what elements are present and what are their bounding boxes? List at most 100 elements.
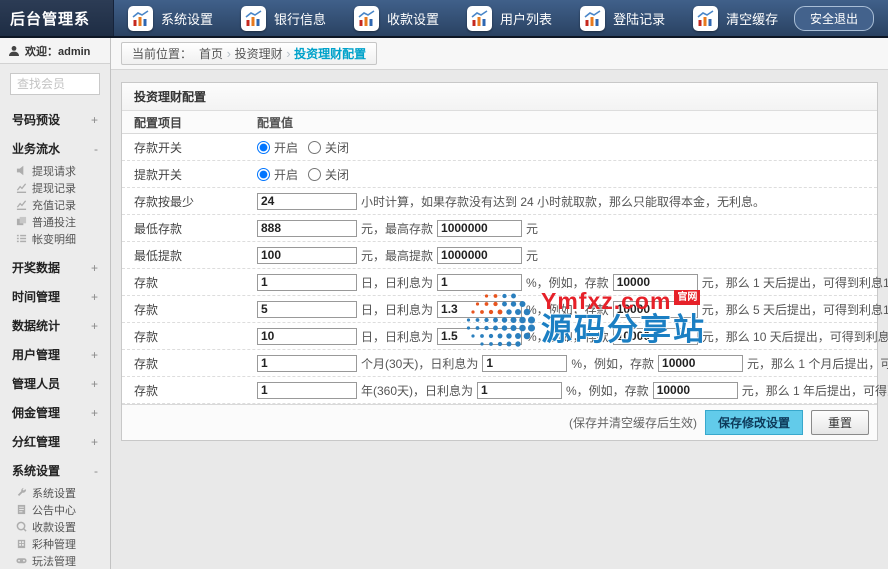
sidebar-group-4[interactable]: 数据统计+	[0, 311, 110, 340]
config-label: 最低提款	[122, 247, 257, 264]
config-description: 日，日利息为	[361, 274, 433, 291]
topnav-item-1[interactable]: 银行信息	[227, 0, 340, 36]
config-input[interactable]	[653, 382, 738, 399]
breadcrumb-item-0[interactable]: 首页	[199, 47, 223, 61]
collapse-icon: -	[94, 142, 98, 156]
username: admin	[58, 46, 90, 58]
sidebar-item-label: 充值记录	[32, 200, 76, 213]
sidebar-group-6[interactable]: 管理人员+	[0, 369, 110, 398]
config-input[interactable]	[477, 382, 562, 399]
user-icon	[8, 45, 20, 57]
config-description: 元，最高提款	[361, 247, 433, 264]
config-input[interactable]	[257, 328, 357, 345]
collapse-icon: -	[94, 464, 98, 478]
sidebar-group-1[interactable]: 业务流水-	[0, 134, 110, 163]
sidebar-group-2[interactable]: 开奖数据+	[0, 253, 110, 282]
sidebar-group-3[interactable]: 时间管理+	[0, 282, 110, 311]
breadcrumb-item-1[interactable]: 投资理财	[235, 47, 283, 61]
config-input[interactable]	[613, 328, 698, 345]
config-description: 元，那么 1 年后提出，可得到利息100*360=36000元。	[742, 382, 888, 399]
topnav-item-4[interactable]: 登陆记录	[566, 0, 679, 36]
config-input[interactable]	[437, 301, 522, 318]
breadcrumb-prefix: 当前位置：	[132, 45, 192, 62]
member-search-input[interactable]	[10, 73, 100, 95]
sidebar-item[interactable]: 系统设置	[0, 486, 110, 503]
topnav-item-2[interactable]: 收款设置	[340, 0, 453, 36]
radio-option-开启[interactable]: 开启	[257, 166, 298, 183]
sidebar-item[interactable]: 玩法管理	[0, 554, 110, 569]
radio-input[interactable]	[257, 168, 270, 181]
radio-option-关闭[interactable]: 关闭	[308, 139, 349, 156]
config-description: %，例如，存款	[571, 355, 654, 372]
config-input[interactable]	[257, 193, 357, 210]
sidebar-group-0[interactable]: 号码预设+	[0, 105, 110, 134]
reset-button[interactable]: 重置	[811, 410, 869, 435]
sidebar-item[interactable]: 提现请求	[0, 164, 110, 181]
chart-tile-icon	[241, 6, 266, 31]
config-description: 元，那么 10 天后提出，可得到利息150*10=1500元。	[702, 328, 888, 345]
config-input[interactable]	[257, 301, 357, 318]
wrench-icon	[16, 487, 27, 502]
topnav-item-5[interactable]: 清空缓存	[679, 0, 792, 36]
config-row-6: 存款日，日利息为%，例如，存款元，那么 5 天后提出，可得到利息130*5=65…	[122, 296, 877, 323]
topnav-label: 登陆记录	[613, 9, 665, 28]
radio-option-开启[interactable]: 开启	[257, 139, 298, 156]
sidebar-item[interactable]: 彩种管理	[0, 537, 110, 554]
sidebar: 欢迎：admin 号码预设+业务流水-提现请求提现记录充值记录普通投注帐变明细开…	[0, 38, 111, 569]
sidebar-item[interactable]: 提现记录	[0, 181, 110, 198]
config-description: 日，日利息为	[361, 328, 433, 345]
topnav-item-0[interactable]: 系统设置	[114, 0, 227, 36]
expand-icon: +	[91, 261, 98, 275]
config-input[interactable]	[613, 274, 698, 291]
sidebar-item[interactable]: 收款设置	[0, 520, 110, 537]
panel-footer: (保存并清空缓存后生效) 保存修改设置 重置	[122, 404, 877, 440]
topnav-label: 用户列表	[500, 9, 552, 28]
sidebar-item[interactable]: 普通投注	[0, 215, 110, 232]
sidebar-group-8[interactable]: 分红管理+	[0, 427, 110, 456]
config-row-8: 存款个月(30天)，日利息为%，例如，存款元，那么 1 个月后提出，可得到利息1…	[122, 350, 877, 377]
radio-input[interactable]	[308, 141, 321, 154]
sidebar-group-7[interactable]: 佣金管理+	[0, 398, 110, 427]
save-button[interactable]: 保存修改设置	[705, 410, 803, 435]
radio-input[interactable]	[308, 168, 321, 181]
config-input[interactable]	[257, 220, 357, 237]
breadcrumb-band: 当前位置： 首页 › 投资理财 › 投资理财配置	[111, 38, 888, 70]
config-input[interactable]	[613, 301, 698, 318]
breadcrumb-item-2: 投资理财配置	[294, 47, 366, 61]
topnav-label: 系统设置	[161, 9, 213, 28]
sidebar-item[interactable]: 充值记录	[0, 198, 110, 215]
radio-label: 关闭	[325, 166, 349, 183]
config-row-3: 最低存款元，最高存款元	[122, 215, 877, 242]
config-label: 存款	[122, 355, 257, 372]
doc-icon	[16, 504, 27, 519]
sidebar-item[interactable]: 帐变明细	[0, 232, 110, 249]
config-input[interactable]	[257, 274, 357, 291]
radio-input[interactable]	[257, 141, 270, 154]
expand-icon: +	[91, 290, 98, 304]
config-row-0: 存款开关开启关闭	[122, 134, 877, 161]
config-input[interactable]	[437, 274, 522, 291]
sidebar-item[interactable]: 公告中心	[0, 503, 110, 520]
sidebar-item-label: 系统设置	[32, 488, 76, 501]
config-input[interactable]	[257, 247, 357, 264]
breadcrumb-separator-icon: ›	[283, 46, 295, 61]
config-description: %，例如，存款	[526, 328, 609, 345]
config-description: 元，那么 1 个月后提出，可得到利息100*30=3000元。	[747, 355, 888, 372]
config-input[interactable]	[257, 355, 357, 372]
config-input[interactable]	[437, 328, 522, 345]
sidebar-group-9[interactable]: 系统设置-	[0, 456, 110, 485]
logout-button[interactable]: 安全退出	[794, 6, 874, 31]
config-row-2: 存款按最少小时计算，如果存款没有达到 24 小时就取款，那么只能取得本金，无利息…	[122, 188, 877, 215]
column-header-item: 配置项目	[122, 114, 257, 131]
main-content: 当前位置： 首页 › 投资理财 › 投资理财配置 投资理财配置 配置项目 配置值…	[111, 38, 888, 569]
config-input[interactable]	[437, 220, 522, 237]
config-input[interactable]	[658, 355, 743, 372]
topnav-item-3[interactable]: 用户列表	[453, 0, 566, 36]
radio-option-关闭[interactable]: 关闭	[308, 166, 349, 183]
config-description: 元，那么 5 天后提出，可得到利息130*5=650元。	[702, 301, 888, 318]
config-input[interactable]	[257, 382, 357, 399]
expand-icon: +	[91, 348, 98, 362]
config-input[interactable]	[437, 247, 522, 264]
sidebar-group-5[interactable]: 用户管理+	[0, 340, 110, 369]
config-input[interactable]	[482, 355, 567, 372]
